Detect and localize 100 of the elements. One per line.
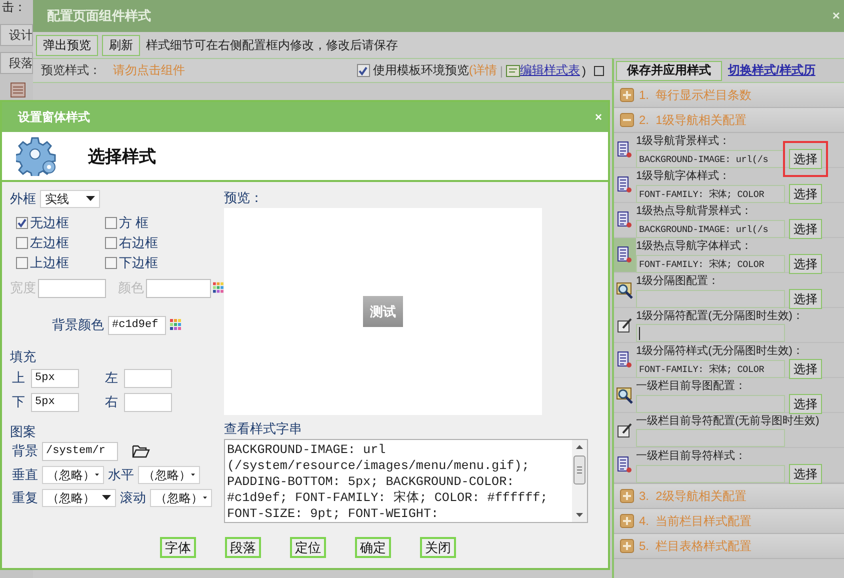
input-field[interactable] <box>636 465 785 483</box>
magnifier-icon[interactable] <box>616 386 634 404</box>
color-palette-icon[interactable] <box>212 282 224 294</box>
dropdown[interactable]: （忽略） <box>42 466 104 484</box>
field-label: 一级栏目前导图配置： <box>636 379 747 393</box>
color-palette-icon[interactable] <box>170 319 182 331</box>
label-text: 击： <box>1 0 27 16</box>
select-button[interactable]: 选择 <box>789 289 822 309</box>
caret-icon <box>95 472 99 478</box>
caret-icon <box>86 196 95 202</box>
checkbox[interactable] <box>105 217 117 229</box>
checkbox[interactable] <box>16 237 28 249</box>
field-label: 重复 <box>12 489 38 507</box>
dialog-button[interactable]: 段落 <box>225 537 261 558</box>
checkbox[interactable] <box>16 257 28 269</box>
section-label: 查看样式字串 <box>224 420 303 438</box>
toolbar-button[interactable]: 弹出预览 <box>36 34 98 56</box>
expand-icon[interactable] <box>620 88 634 102</box>
expand-icon[interactable] <box>620 539 634 553</box>
stylesheet-icon[interactable] <box>506 64 520 76</box>
dropdown[interactable]: （忽略） <box>150 489 212 507</box>
input-field[interactable]: 5px <box>31 392 79 412</box>
collapse-icon[interactable] <box>620 113 634 127</box>
document-icon[interactable] <box>617 351 633 369</box>
text-area[interactable]: BACKGROUND-IMAGE: url (/system/resource/images/menu/menu.gif); PADDING-BOTTOM: 5px; BACKGROUND-COLOR: #c1d9ef; FONT-FAMILY: 宋体; COLOR: #ffffff; FONT-SIZE: 9pt; FONT-WEIGHT: <box>224 439 588 523</box>
scrollbar-drawing[interactable] <box>572 440 587 522</box>
input-field[interactable] <box>38 278 106 298</box>
paren: ) <box>582 64 586 78</box>
document-icon[interactable] <box>617 246 633 264</box>
input-field[interactable] <box>636 324 785 342</box>
gears-icon <box>16 136 58 176</box>
folder-icon[interactable] <box>132 444 150 458</box>
field-label: 上 <box>12 369 25 387</box>
input-field[interactable]: BACKGROUND-IMAGE: url(/s <box>636 220 785 238</box>
select-button[interactable]: 选择 <box>789 219 822 239</box>
select-button[interactable]: 选择 <box>789 359 822 379</box>
section-label: 填充 <box>10 348 37 366</box>
dialog-button[interactable]: 定位 <box>290 537 326 558</box>
dialog-button[interactable]: 确定 <box>355 537 391 558</box>
input-field[interactable] <box>124 392 172 412</box>
input-field[interactable]: 5px <box>31 368 79 388</box>
checkbox[interactable] <box>356 64 370 77</box>
input-field[interactable]: /system/r <box>42 442 118 460</box>
input-field[interactable]: BACKGROUND-IMAGE: url(/s <box>636 150 785 168</box>
field-label: 右 <box>105 393 118 411</box>
dropdown[interactable]: 实线 <box>40 190 100 208</box>
save-apply-button[interactable]: 保存并应用样式 <box>616 60 722 80</box>
pencil-icon[interactable] <box>617 317 633 333</box>
document-icon[interactable] <box>617 456 633 474</box>
warning-text: 请勿点击组件 <box>113 62 185 79</box>
dropdown[interactable]: （忽略） <box>42 489 116 507</box>
input-field[interactable] <box>636 429 785 447</box>
field-label: 右边框 <box>119 234 158 252</box>
field-label: 背景颜色 <box>52 316 104 334</box>
checkbox[interactable] <box>105 237 117 249</box>
input-field[interactable]: #c1d9ef <box>108 316 166 334</box>
field-label: 方 框 <box>119 214 149 232</box>
field-label: 1级导航字体样式： <box>636 169 732 183</box>
field-label: 1级分隔图配置： <box>636 274 720 288</box>
pencil-icon[interactable] <box>617 422 633 438</box>
dialog-button[interactable]: 字体 <box>160 537 196 558</box>
table-icon[interactable] <box>10 82 26 98</box>
input-field[interactable]: FONT-FAMILY: 宋体; COLOR <box>636 360 785 378</box>
field-label: 无边框 <box>30 214 69 232</box>
input-field[interactable]: FONT-FAMILY: 宋体; COLOR <box>636 185 785 203</box>
expand-icon[interactable] <box>620 514 634 528</box>
select-button[interactable]: 选择 <box>789 394 822 414</box>
preview-label: 预览样式： <box>41 62 101 79</box>
field-label: 下 <box>12 393 25 411</box>
dialog-button[interactable]: 关闭 <box>420 537 456 558</box>
section-label: 预览： <box>224 189 264 207</box>
field-label: 水平 <box>108 466 134 484</box>
field-label: 1级分隔符配置(无分隔图时生效)： <box>636 309 804 323</box>
separator: | <box>500 64 503 78</box>
maximize-icon[interactable] <box>594 66 604 76</box>
checkbox[interactable] <box>105 257 117 269</box>
select-button[interactable]: 选择 <box>789 149 822 169</box>
edit-stylesheet-link[interactable]: 编辑样式表 <box>520 62 580 79</box>
input-field[interactable] <box>636 395 785 413</box>
history-link[interactable]: 切换样式/样式历 <box>728 62 816 79</box>
field-label: 1级导航背景样式： <box>636 134 732 148</box>
toolbar-button[interactable]: 刷新 <box>102 34 140 56</box>
document-icon[interactable] <box>617 211 633 229</box>
input-field[interactable]: FONT-FAMILY: 宋体; COLOR <box>636 255 785 273</box>
window-title: 配置页面组件样式 <box>47 7 151 25</box>
field-label: 1级热点导航背景样式： <box>636 204 754 218</box>
document-icon[interactable] <box>617 176 633 194</box>
magnifier-icon[interactable] <box>616 281 634 299</box>
expand-icon[interactable] <box>620 489 634 503</box>
select-button[interactable]: 选择 <box>789 254 822 274</box>
input-field[interactable] <box>636 290 785 308</box>
document-icon[interactable] <box>617 141 633 159</box>
input-field[interactable] <box>124 368 172 388</box>
input-field[interactable] <box>146 278 211 298</box>
checkbox[interactable] <box>16 217 28 229</box>
select-button[interactable]: 选择 <box>789 184 822 204</box>
select-button[interactable]: 选择 <box>789 464 822 484</box>
dropdown[interactable]: （忽略） <box>138 466 200 484</box>
caret-icon <box>102 495 111 501</box>
section-label: 图案 <box>10 423 37 441</box>
